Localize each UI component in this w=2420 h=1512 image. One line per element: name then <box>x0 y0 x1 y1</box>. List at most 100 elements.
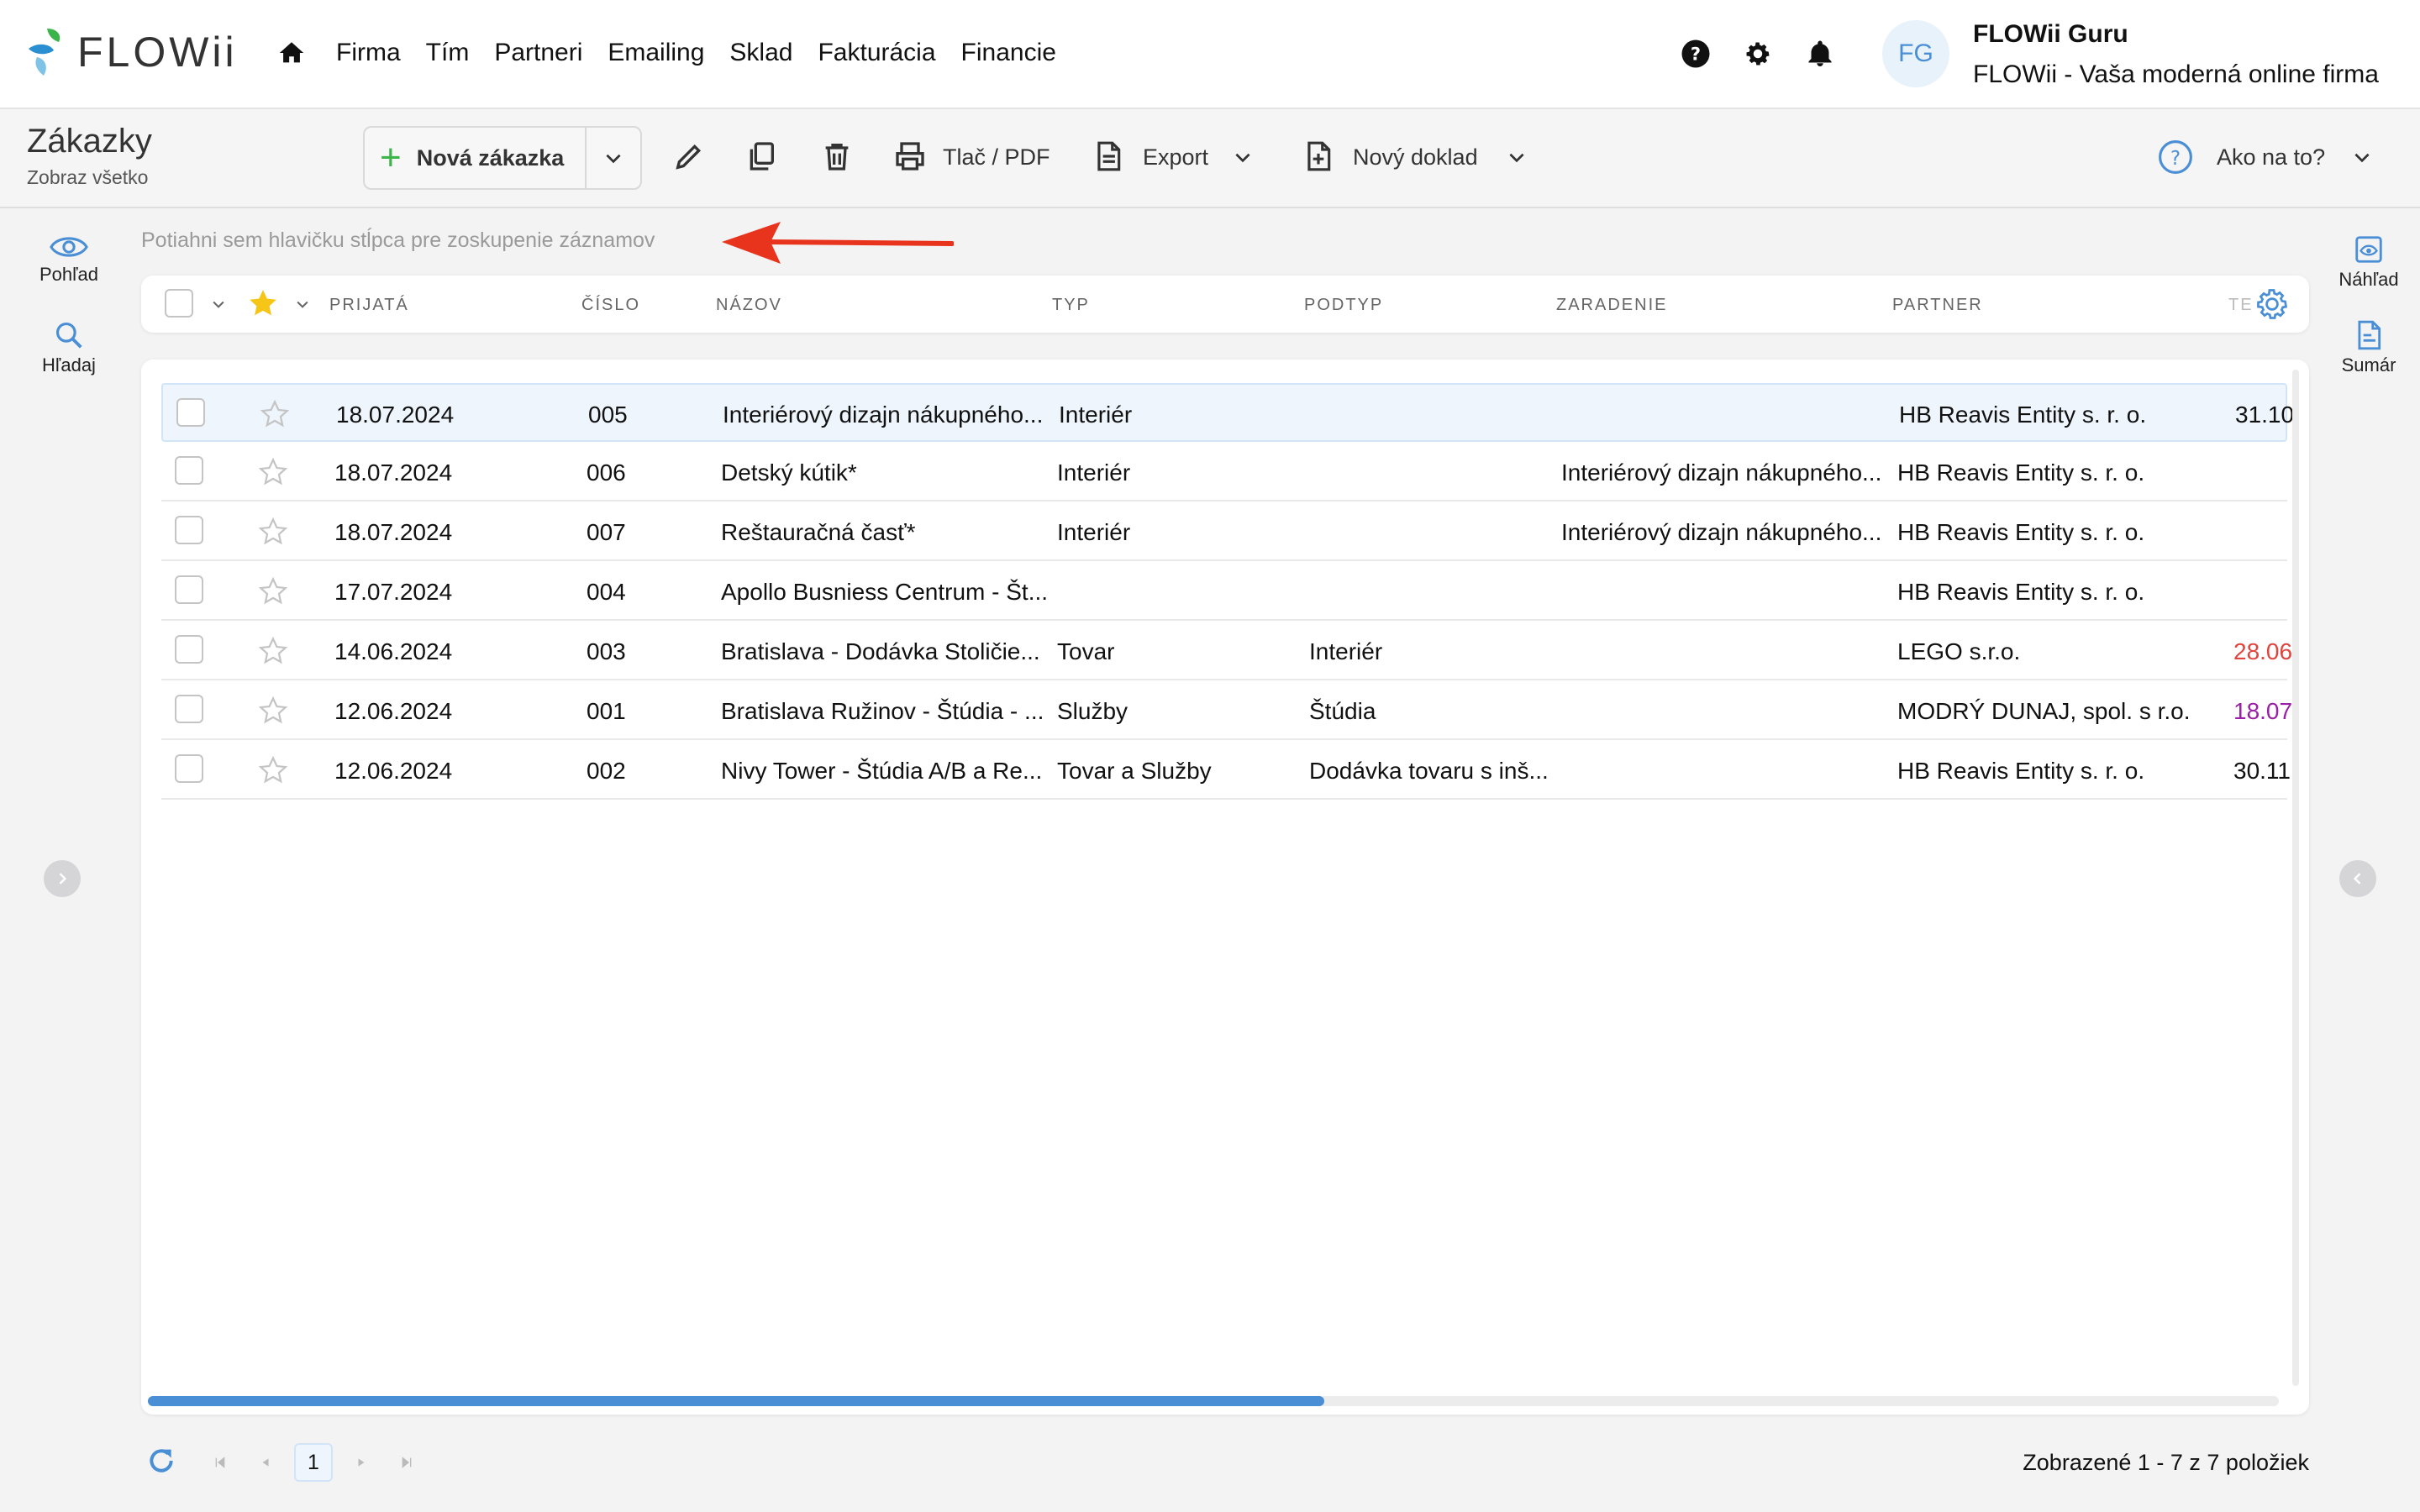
new-document-chevron-down-icon[interactable] <box>1506 146 1528 172</box>
row-checkbox[interactable] <box>176 398 205 427</box>
table-row[interactable]: 12.06.2024 001 Bratislava Ružinov - Štúdia… <box>161 681 2292 740</box>
group-drop-zone[interactable]: Potiahni sem hlavičku stĺpca pre zoskupe… <box>141 228 655 253</box>
copy-icon[interactable] <box>744 139 778 177</box>
table-row[interactable]: 18.07.2024 005 Interiérový dizajn nákupnéh… <box>161 383 2294 442</box>
previous-page-icon[interactable] <box>249 1446 282 1479</box>
row-checkbox[interactable] <box>175 456 203 485</box>
cell-received: 14.06.2024 <box>334 638 453 664</box>
new-order-dropdown[interactable] <box>587 147 640 169</box>
export-chevron-down-icon[interactable] <box>1232 146 1254 172</box>
table-row[interactable]: 12.06.2024 002 Nivy Tower - Štúdia A/B a R… <box>161 741 2292 800</box>
favorite-star-icon[interactable] <box>257 754 289 790</box>
cell-term: 28.06 <box>2233 638 2292 664</box>
nav-item-tim[interactable]: Tím <box>426 39 470 67</box>
how-to-chevron-down-icon[interactable] <box>2351 146 2373 172</box>
cell-number: 002 <box>587 758 626 784</box>
row-checkbox[interactable] <box>175 635 203 664</box>
cell-received: 18.07.2024 <box>334 459 453 486</box>
trash-icon[interactable] <box>820 139 854 177</box>
column-header-partner[interactable]: PARTNER <box>1892 296 1983 315</box>
help-icon[interactable]: ? <box>1681 39 1711 69</box>
avatar[interactable]: FG <box>1882 20 1949 87</box>
refresh-icon[interactable] <box>145 1444 178 1482</box>
favorite-star-icon[interactable] <box>259 398 291 434</box>
page-subtitle[interactable]: Zobraz všetko <box>27 166 148 189</box>
row-checkbox[interactable] <box>175 516 203 544</box>
row-checkbox[interactable] <box>175 754 203 783</box>
first-page-icon[interactable] <box>203 1446 237 1479</box>
brand-logo[interactable]: FLOWii <box>25 25 238 79</box>
grid-header: PRIJATÁ ČÍSLO NÁZOV TYP PODTYP ZARADENIE… <box>141 276 2309 333</box>
printer-icon[interactable] <box>892 139 928 177</box>
column-header-term[interactable]: TE <box>2228 296 2254 315</box>
how-to-button[interactable]: Ako na to? <box>2217 144 2325 171</box>
row-checkbox[interactable] <box>175 575 203 604</box>
table-row[interactable]: 17.07.2024 004 Apollo Busniess Centrum - Š… <box>161 562 2287 621</box>
column-header-name[interactable]: NÁZOV <box>716 296 782 315</box>
nav-item-fakturacia[interactable]: Fakturácia <box>818 39 935 67</box>
cell-received: 18.07.2024 <box>334 519 453 545</box>
cell-term: 18.07 <box>2233 698 2292 724</box>
row-checkbox[interactable] <box>175 695 203 723</box>
cell-type: Tovar a Služby <box>1057 758 1212 784</box>
column-header-type[interactable]: TYP <box>1052 296 1090 315</box>
home-icon[interactable] <box>277 39 306 71</box>
export-button[interactable]: Export <box>1143 144 1208 171</box>
column-settings-gear-icon[interactable] <box>2254 286 2291 327</box>
horizontal-scrollbar[interactable] <box>148 1396 2279 1406</box>
nav-item-emailing[interactable]: Emailing <box>608 39 704 67</box>
cell-partner: HB Reavis Entity s. r. o. <box>1897 579 2145 605</box>
star-filter-icon[interactable] <box>247 287 279 323</box>
nav-item-partneri[interactable]: Partneri <box>494 39 582 67</box>
current-page[interactable]: 1 <box>294 1443 333 1482</box>
cell-partner: LEGO s.r.o. <box>1897 638 2021 664</box>
summary-button[interactable]: Sumár <box>2331 319 2407 376</box>
column-header-subtype[interactable]: PODTYP <box>1304 296 1383 315</box>
question-circle-icon[interactable]: ? <box>2158 139 2193 179</box>
view-button[interactable]: Pohľad <box>34 234 104 286</box>
star-chevron-down-icon[interactable] <box>294 296 311 317</box>
flowii-logo-icon <box>29 29 60 76</box>
nav-item-sklad[interactable]: Sklad <box>729 39 792 67</box>
favorite-star-icon[interactable] <box>257 575 289 612</box>
favorite-star-icon[interactable] <box>257 516 289 552</box>
new-document-button[interactable]: Nový doklad <box>1353 144 1478 171</box>
table-row[interactable]: 14.06.2024 003 Bratislava - Dodávka Stolič… <box>161 622 2292 680</box>
favorite-star-icon[interactable] <box>257 635 289 671</box>
cell-term: 31.10.2 <box>2235 402 2294 428</box>
column-header-received[interactable]: PRIJATÁ <box>329 296 409 315</box>
document-export-icon[interactable] <box>1092 139 1124 177</box>
column-header-assignment[interactable]: ZARADENIE <box>1556 296 1667 315</box>
pager-info: Zobrazené 1 - 7 z 7 položiek <box>2023 1450 2309 1475</box>
select-chevron-down-icon[interactable] <box>210 296 227 317</box>
table-row[interactable]: 18.07.2024 006 Detský kútik* Interiér Interi… <box>161 443 2287 501</box>
summary-document-icon <box>2358 320 2381 350</box>
preview-button[interactable]: Náhľad <box>2331 234 2407 291</box>
favorite-star-icon[interactable] <box>257 695 289 731</box>
search-button[interactable]: Hľadaj <box>34 319 104 376</box>
nav-item-financie[interactable]: Financie <box>961 39 1056 67</box>
column-header-number[interactable]: ČÍSLO <box>581 296 640 315</box>
gear-icon[interactable] <box>1743 39 1773 69</box>
nav-item-firma[interactable]: Firma <box>336 39 401 67</box>
bell-icon[interactable] <box>1805 39 1835 69</box>
cell-number: 003 <box>587 638 626 664</box>
cell-received: 12.06.2024 <box>334 758 453 784</box>
cell-name: Detský kútik* <box>721 459 857 486</box>
table-row[interactable]: 18.07.2024 007 Reštauračná časť* Interiér In… <box>161 502 2287 561</box>
horizontal-scrollbar-thumb[interactable] <box>148 1396 1324 1406</box>
edit-icon[interactable] <box>672 139 706 177</box>
next-page-icon[interactable] <box>345 1446 378 1479</box>
last-page-icon[interactable] <box>390 1446 424 1479</box>
select-all-checkbox[interactable] <box>165 289 193 318</box>
left-panel-toggle[interactable] <box>44 860 81 897</box>
vertical-scrollbar[interactable] <box>2292 370 2299 1386</box>
new-document-icon[interactable] <box>1302 139 1334 177</box>
favorite-star-icon[interactable] <box>257 456 289 492</box>
print-pdf-button[interactable]: Tlač / PDF <box>943 144 1050 171</box>
cell-number: 004 <box>587 579 626 605</box>
cell-type: Interiér <box>1059 402 1133 428</box>
right-panel-toggle[interactable] <box>2339 860 2376 897</box>
new-order-button[interactable]: + Nová zákazka <box>365 128 587 188</box>
chevron-left-icon <box>2353 873 2361 885</box>
